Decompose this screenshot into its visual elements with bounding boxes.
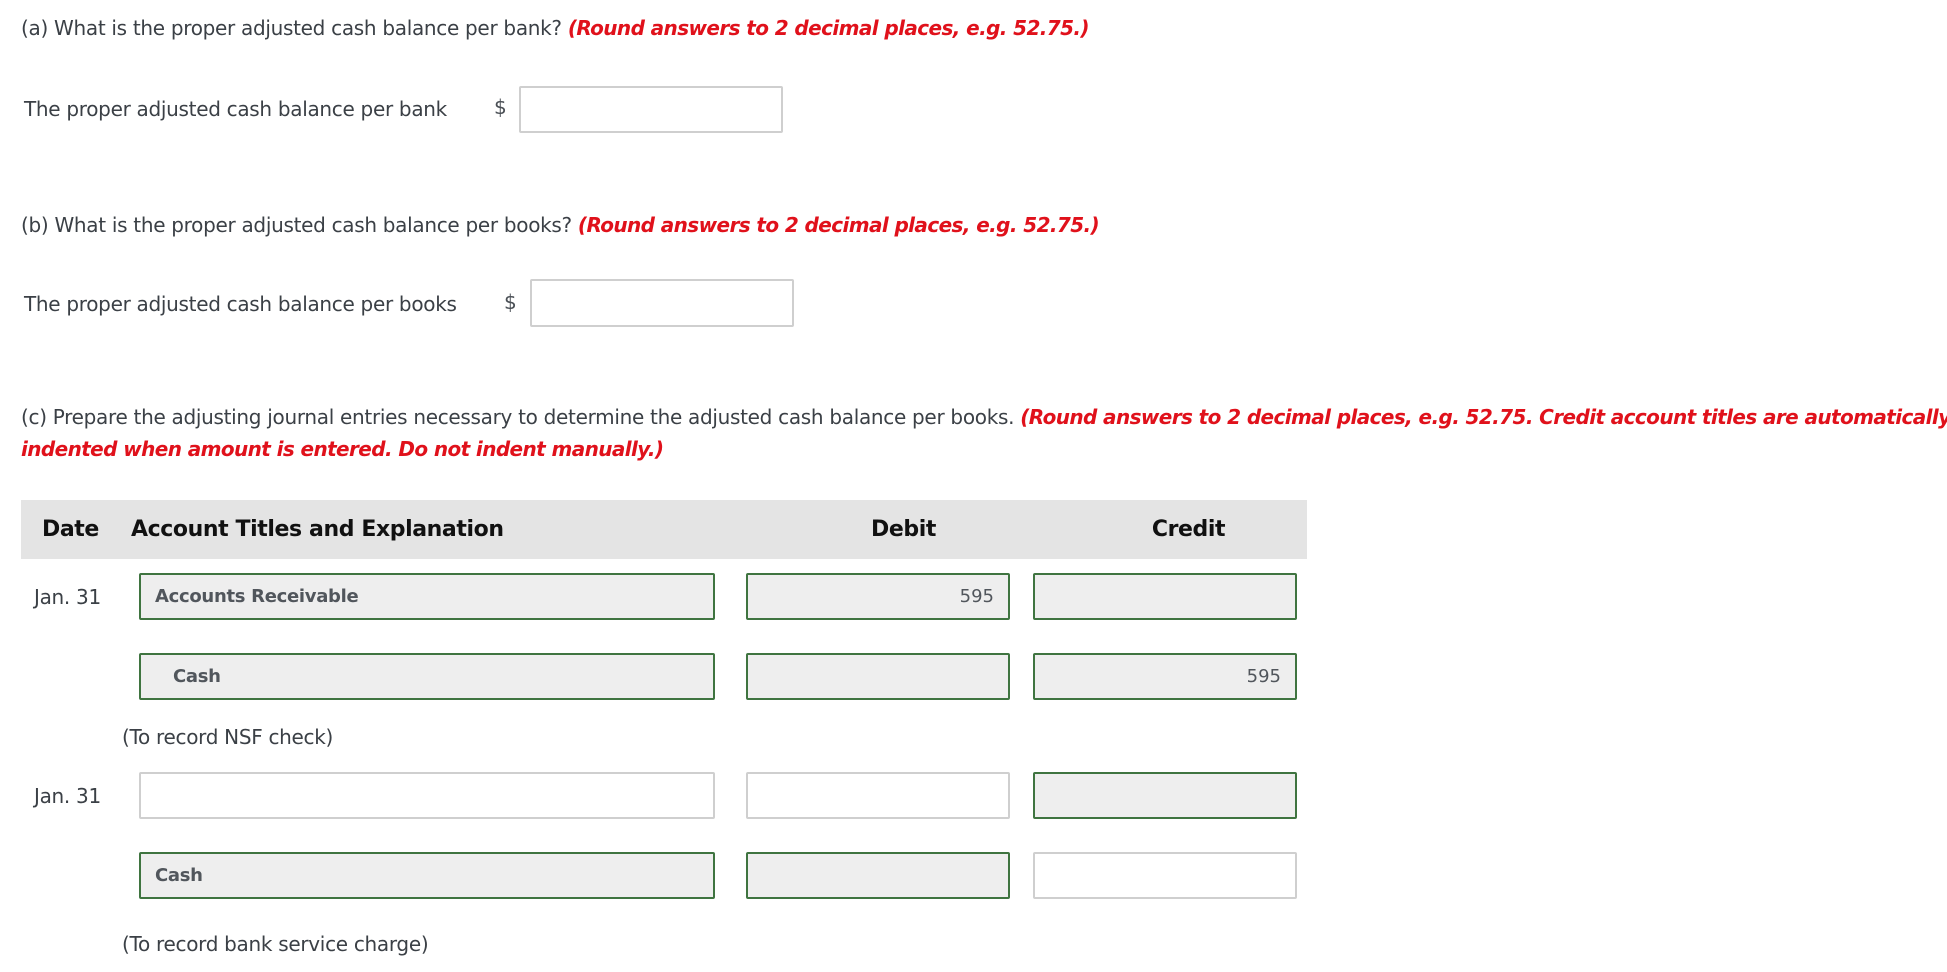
entry-2-line-1-account-input-box: [139, 772, 715, 819]
entry-2-date: Jan. 31: [34, 784, 101, 808]
entry-2-line-2-credit-input[interactable]: [1035, 854, 1295, 897]
entry-1-line-1-account-input[interactable]: Accounts Receivable: [139, 573, 715, 620]
part-a-question-text: (a) What is the proper adjusted cash bal…: [21, 16, 562, 40]
header-credit: Credit: [1151, 517, 1226, 542]
part-b-balance-input-box: [530, 279, 794, 327]
part-b-hint: (Round answers to 2 decimal places, e.g.…: [577, 213, 1100, 237]
entry-1-line-1-debit-input[interactable]: 595: [746, 573, 1010, 620]
entry-1-line-1-credit-input[interactable]: [1033, 573, 1297, 620]
entry-2-line-2-credit-input-box: [1033, 852, 1297, 899]
part-a-field-label: The proper adjusted cash balance per ban…: [24, 97, 447, 121]
entry-2-line-2-account-input[interactable]: Cash: [139, 852, 715, 899]
part-c-hint-line2: indented when amount is entered. Do not …: [21, 437, 664, 461]
part-a-dollar-sign: $: [494, 95, 507, 119]
part-a-question: (a) What is the proper adjusted cash bal…: [21, 16, 1090, 40]
entry-1-line-2-account-value: Cash: [173, 666, 221, 687]
journal-table-header: Date Account Titles and Explanation Debi…: [21, 500, 1307, 559]
entry-1-line-2-credit-input[interactable]: 595: [1033, 653, 1297, 700]
entry-2-line-1-account-input[interactable]: [141, 774, 713, 817]
part-c-question: (c) Prepare the adjusting journal entrie…: [21, 405, 1947, 429]
part-c-hint-line1: (Round answers to 2 decimal places, e.g.…: [1020, 405, 1947, 429]
part-c-question-text: (c) Prepare the adjusting journal entrie…: [21, 405, 1015, 429]
part-b-dollar-sign: $: [504, 290, 517, 314]
part-a-balance-input-box: [519, 86, 783, 133]
part-b-field-label: The proper adjusted cash balance per boo…: [24, 292, 457, 316]
entry-1-line-1-debit-value: 595: [959, 586, 994, 607]
entry-2-line-2-debit-input[interactable]: [746, 852, 1010, 899]
part-a-hint: (Round answers to 2 decimal places, e.g.…: [567, 16, 1090, 40]
part-b-balance-input[interactable]: [532, 281, 792, 325]
header-date: Date: [42, 517, 99, 542]
entry-2-line-1-credit-input[interactable]: [1033, 772, 1297, 819]
part-c-question-line2: indented when amount is entered. Do not …: [21, 437, 664, 461]
entry-1-line-2-debit-input[interactable]: [746, 653, 1010, 700]
header-debit: Debit: [871, 517, 936, 542]
entry-1-line-2-credit-value: 595: [1246, 666, 1281, 687]
part-b-question-text: (b) What is the proper adjusted cash bal…: [21, 213, 572, 237]
entry-2-line-1-debit-input-box: [746, 772, 1010, 819]
entry-1-line-2-account-input[interactable]: Cash: [139, 653, 715, 700]
entry-1-note: (To record NSF check): [122, 725, 334, 749]
header-account-titles: Account Titles and Explanation: [131, 517, 504, 542]
entry-2-line-1-debit-input[interactable]: [748, 774, 1008, 817]
entry-2-note: (To record bank service charge): [122, 932, 429, 956]
part-a-balance-input[interactable]: [521, 88, 781, 131]
entry-1-date: Jan. 31: [34, 585, 101, 609]
entry-1-line-1-account-value: Accounts Receivable: [155, 586, 359, 607]
entry-2-line-2-account-value: Cash: [155, 865, 203, 886]
part-b-question: (b) What is the proper adjusted cash bal…: [21, 213, 1100, 237]
